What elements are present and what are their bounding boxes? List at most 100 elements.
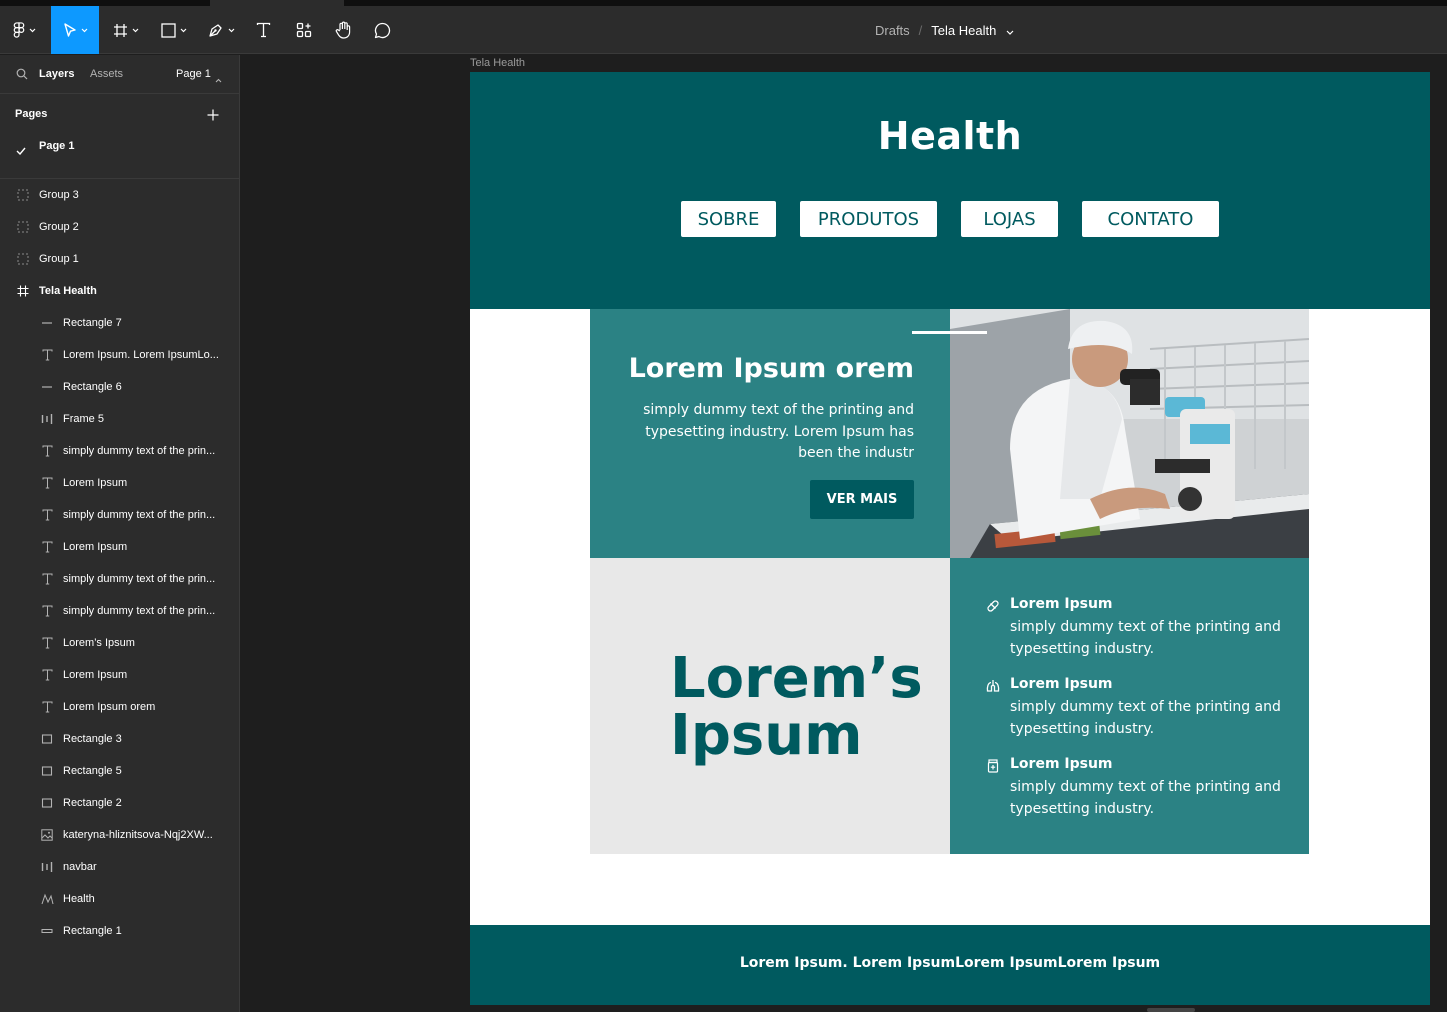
figma-logo-icon: [13, 21, 25, 39]
horizontal-scrollbar[interactable]: [1147, 1008, 1195, 1012]
design-header[interactable]: Health SOBRE PRODUTOS LOJAS CONTATO: [470, 72, 1430, 309]
file-name[interactable]: Tela Health: [931, 23, 996, 38]
layer-name: simply dummy text of the prin...: [63, 605, 216, 617]
design-feature-text[interactable]: simply dummy text of the printing and ty…: [1010, 777, 1300, 820]
chevron-down-icon[interactable]: [1006, 23, 1014, 38]
design-feature-text[interactable]: simply dummy text of the printing and ty…: [1010, 617, 1300, 660]
layer-row[interactable]: Rectangle 1: [0, 915, 239, 947]
layer-name: navbar: [63, 861, 97, 873]
vector-icon: [40, 892, 54, 906]
scientist-microscope-photo: [950, 309, 1309, 558]
layer-row[interactable]: Lorem Ipsum: [0, 659, 239, 691]
figma-menu-button[interactable]: [0, 6, 48, 54]
layer-row[interactable]: Group 2: [0, 211, 239, 243]
design-nav-sobre[interactable]: SOBRE: [681, 201, 776, 237]
design-frame-tela-health[interactable]: Health SOBRE PRODUTOS LOJAS CONTATO Lore…: [470, 72, 1430, 1005]
resources-tool-button[interactable]: [290, 6, 318, 54]
layer-row[interactable]: Group 3: [0, 179, 239, 211]
text-tool-button[interactable]: [250, 6, 276, 54]
frame-label[interactable]: Tela Health: [470, 57, 525, 69]
pen-tool-button[interactable]: [201, 6, 241, 54]
design-feature-title[interactable]: Lorem Ipsum: [1010, 756, 1113, 772]
autolayout-icon: [40, 860, 54, 874]
frame-icon: [16, 284, 30, 298]
design-lab-photo[interactable]: [950, 309, 1309, 558]
tab-layers[interactable]: Layers: [39, 68, 74, 80]
layer-name: Rectangle 2: [63, 797, 122, 809]
chevron-up-icon[interactable]: [215, 70, 222, 88]
chevron-down-icon: [132, 28, 139, 33]
design-feature-text[interactable]: simply dummy text of the printing and ty…: [1010, 697, 1300, 740]
design-grey-card[interactable]: Lorem’s Ipsum: [590, 558, 950, 854]
design-ver-mais-button[interactable]: VER MAIS: [810, 480, 914, 519]
design-footer-text[interactable]: Lorem Ipsum. Lorem IpsumLorem IpsumLorem…: [470, 955, 1430, 971]
design-hero-text[interactable]: simply dummy text of the printing and ty…: [614, 400, 914, 465]
line-icon: [40, 316, 54, 330]
layer-row[interactable]: Group 1: [0, 243, 239, 275]
hand-tool-button[interactable]: [329, 6, 357, 54]
layer-row[interactable]: Rectangle 3: [0, 723, 239, 755]
layer-name: kateryna-hliznitsova-Nqj2XW...: [63, 829, 213, 841]
cursor-arrow-icon: [63, 22, 77, 38]
design-features-card[interactable]: Lorem Ipsum simply dummy text of the pri…: [950, 558, 1309, 854]
layer-row[interactable]: simply dummy text of the prin...: [0, 499, 239, 531]
layer-row[interactable]: simply dummy text of the prin...: [0, 435, 239, 467]
text-icon: [40, 636, 54, 650]
medicine-jar-icon: [986, 758, 1000, 773]
layer-name: Tela Health: [39, 285, 97, 297]
pill-icon: [986, 598, 1000, 612]
layer-row[interactable]: Lorem Ipsum: [0, 531, 239, 563]
breadcrumb: Drafts / Tela Health: [875, 6, 1014, 54]
line-icon: [40, 380, 54, 394]
page-item-page-1[interactable]: Page 1: [0, 137, 239, 157]
page-selector[interactable]: Page 1: [176, 68, 211, 80]
text-icon: [40, 572, 54, 586]
rectangle-icon: [161, 22, 176, 38]
move-tool-button[interactable]: [51, 6, 99, 54]
search-icon[interactable]: [16, 67, 28, 85]
breadcrumb-drafts[interactable]: Drafts: [875, 23, 910, 38]
chevron-down-icon: [81, 28, 88, 33]
design-nav-lojas[interactable]: LOJAS: [961, 201, 1058, 237]
layer-row[interactable]: Rectangle 6: [0, 371, 239, 403]
layer-row[interactable]: navbar: [0, 851, 239, 883]
layer-row[interactable]: Rectangle 2: [0, 787, 239, 819]
design-nav-contato[interactable]: CONTATO: [1082, 201, 1219, 237]
design-feature-title[interactable]: Lorem Ipsum: [1010, 596, 1113, 612]
tab-assets[interactable]: Assets: [90, 68, 123, 80]
layer-name: Lorem Ipsum: [63, 669, 128, 681]
layer-row[interactable]: simply dummy text of the prin...: [0, 595, 239, 627]
layer-name: Health: [63, 893, 95, 905]
layer-row[interactable]: Health: [0, 883, 239, 915]
design-big-title[interactable]: Lorem’s Ipsum: [670, 650, 923, 764]
layer-row[interactable]: Lorem Ipsum. Lorem IpsumLo...: [0, 339, 239, 371]
text-icon: [40, 604, 54, 618]
frame-tool-button[interactable]: [106, 6, 146, 54]
comment-tool-button[interactable]: [368, 6, 396, 54]
layer-row[interactable]: kateryna-hliznitsova-Nqj2XW...: [0, 819, 239, 851]
add-page-icon[interactable]: [207, 108, 219, 126]
layer-name: simply dummy text of the prin...: [63, 509, 216, 521]
layer-row[interactable]: Tela Health: [0, 275, 239, 307]
layer-row[interactable]: Lorem Ipsum orem: [0, 691, 239, 723]
layer-row[interactable]: Lorem Ipsum: [0, 467, 239, 499]
design-brand-title[interactable]: Health: [470, 114, 1430, 158]
layer-row[interactable]: simply dummy text of the prin...: [0, 563, 239, 595]
design-footer[interactable]: Lorem Ipsum. Lorem IpsumLorem IpsumLorem…: [470, 925, 1430, 1005]
layer-row[interactable]: Frame 5: [0, 403, 239, 435]
design-hero-title[interactable]: Lorem Ipsum orem: [629, 353, 914, 384]
design-hero-card[interactable]: Lorem Ipsum orem simply dummy text of th…: [590, 309, 987, 558]
layer-row[interactable]: Rectangle 7: [0, 307, 239, 339]
shape-tool-button[interactable]: [154, 6, 194, 54]
layer-row[interactable]: Rectangle 5: [0, 755, 239, 787]
design-nav-produtos[interactable]: PRODUTOS: [800, 201, 937, 237]
layer-row[interactable]: Lorem’s Ipsum: [0, 627, 239, 659]
layer-name: Rectangle 7: [63, 317, 122, 329]
design-feature-title[interactable]: Lorem Ipsum: [1010, 676, 1113, 692]
layer-name: Lorem Ipsum. Lorem IpsumLo...: [63, 349, 219, 361]
layer-name: Lorem Ipsum orem: [63, 701, 156, 713]
resources-icon: [296, 22, 312, 38]
chevron-down-icon: [180, 28, 187, 33]
toolbar: Drafts / Tela Health: [0, 6, 1447, 54]
canvas[interactable]: Tela Health Health SOBRE PRODUTOS LOJAS …: [240, 55, 1447, 1012]
